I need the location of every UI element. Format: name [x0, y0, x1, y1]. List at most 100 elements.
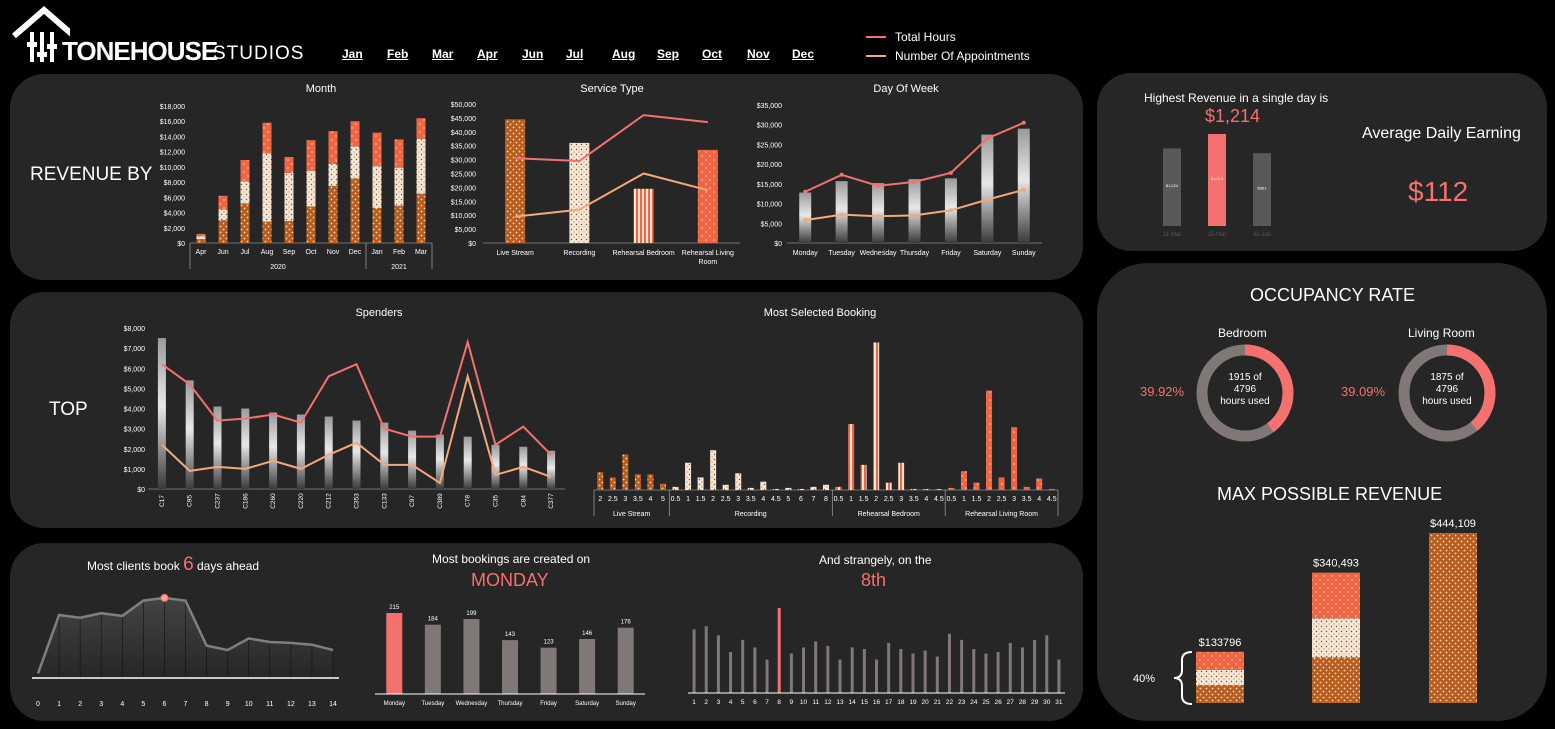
x-tick-label: Jul: [241, 249, 250, 256]
x-tick-label: Jun: [217, 249, 228, 256]
dow-bar: [872, 183, 885, 243]
created-on-chart: 215 Monday 184 Tuesday 199 Wednesday 143 Thursd…: [375, 605, 645, 707]
month-bar-segment: [372, 132, 382, 167]
x-tick-label: 3: [623, 496, 627, 503]
month-bar-segment: [350, 178, 360, 243]
dom-bar: [947, 633, 951, 693]
x-tick-label: 24: [970, 699, 978, 706]
x-tick-label: 3: [99, 701, 103, 708]
y-tick-label: $0: [137, 487, 145, 494]
dow-bar: [835, 181, 848, 243]
x-tick-label: C353: [354, 493, 361, 509]
x-tick-label: 13: [308, 701, 316, 708]
booking-bar: [710, 450, 717, 490]
line-point: [912, 179, 917, 184]
booking-bar: [647, 474, 654, 490]
booking-bar: [860, 464, 867, 490]
y-tick-label: $10,000: [757, 202, 782, 209]
bar-value-label: 215: [389, 605, 400, 611]
spender-bar: [185, 380, 194, 489]
line-point: [948, 170, 953, 175]
line-point: [948, 208, 953, 213]
y-tick-label: $40,000: [451, 130, 476, 137]
x-tick-label: 12: [824, 699, 832, 706]
living-unit: hours used: [1422, 396, 1472, 407]
x-tick-label: 4.5: [934, 496, 944, 503]
group-label: 2020: [270, 264, 286, 271]
x-tick-label: Wednesday: [860, 250, 897, 257]
month-filter-dec[interactable]: Dec: [792, 47, 814, 61]
y-tick-label: $5,000: [455, 227, 477, 234]
x-tick-label: Wednesday: [456, 701, 488, 707]
strangely-value: 8th: [861, 570, 887, 590]
x-tick-label: C97: [409, 495, 416, 507]
month-filter-nov[interactable]: Nov: [747, 47, 770, 61]
x-tick-label: C186: [242, 493, 249, 509]
booking-bar: [597, 472, 604, 490]
x-tick-label: 22: [946, 699, 954, 706]
y-tick-label: $5,000: [124, 386, 146, 393]
month-bar-segment: [350, 121, 360, 147]
month-filter-jan[interactable]: Jan: [342, 47, 363, 61]
month-bar-segment: [240, 181, 250, 204]
x-tick-label: Dec: [349, 249, 362, 256]
average-label: Average Daily Earning: [1362, 125, 1521, 142]
month-filter-mar[interactable]: Mar: [432, 47, 453, 61]
chart-title: Service Type: [580, 83, 643, 95]
x-tick-label: 29: [1031, 699, 1039, 706]
dom-bar: [777, 608, 781, 693]
month-bar-segment: [306, 140, 316, 171]
occupancy-title: OCCUPANCY RATE: [1250, 285, 1416, 305]
booking-bar: [609, 477, 616, 490]
spender-bar: [296, 414, 305, 489]
line-point: [1021, 120, 1026, 125]
day-of-month-chart: 1 2 3 4 5 6 7 8 9 10 11 12 13 14 15 16 17 18 19 20 21 22 23 24 2…: [688, 608, 1065, 706]
month-filter-apr[interactable]: Apr: [477, 47, 498, 61]
month-filter-oct[interactable]: Oct: [702, 47, 722, 61]
month-bar-segment: [218, 220, 228, 243]
x-tick-label: 5: [741, 699, 745, 706]
month-filter-feb[interactable]: Feb: [387, 47, 408, 61]
x-tick-label: 14: [329, 701, 337, 708]
month-bar-segment: [372, 207, 382, 243]
x-tick-label: 4: [120, 701, 124, 708]
x-tick-label: C84: [520, 495, 527, 507]
x-tick-label: C260: [270, 493, 277, 509]
x-tick-label: 18: [897, 699, 905, 706]
service-bar: [697, 149, 718, 243]
month-filter-sep[interactable]: Sep: [657, 47, 679, 61]
month-bar-segment: [196, 236, 206, 240]
line-point: [839, 172, 844, 177]
x-tick-label: C377: [548, 493, 555, 509]
max-revenue-title: MAX POSSIBLE REVENUE: [1217, 484, 1443, 504]
created-bar: [617, 627, 634, 694]
x-tick-label: 0.5: [947, 496, 957, 503]
booking-bar: [835, 486, 842, 490]
x-tick-label: 2.5: [884, 496, 894, 503]
booking-bar: [973, 482, 980, 490]
created-bar: [386, 613, 403, 694]
month-filter-jul[interactable]: Jul: [566, 47, 583, 61]
dow-bar: [799, 192, 812, 243]
group-label: Rehearsal Living Room: [965, 511, 1038, 518]
booking-bar: [948, 487, 955, 490]
line-point: [985, 197, 990, 202]
spender-bar: [463, 436, 472, 489]
x-tick-label: C95: [187, 495, 194, 507]
month-bar-segment: [306, 206, 316, 243]
month-bar-segment: [218, 195, 228, 210]
bar-value-label: $133796: [1199, 637, 1242, 649]
month-filter-jun[interactable]: Jun: [522, 47, 543, 61]
clients-text: Most clients book 6 days ahead: [87, 554, 259, 576]
y-tick-label: $16,000: [160, 119, 185, 126]
bar-value-label: 199: [466, 611, 477, 617]
month-filter-aug[interactable]: Aug: [612, 47, 635, 61]
dom-bar: [753, 647, 757, 693]
service-bar: [633, 188, 654, 243]
dom-bar: [1057, 659, 1061, 693]
x-tick-label: C35: [493, 495, 500, 507]
booking-bar: [659, 483, 666, 490]
booking-bar: [772, 488, 779, 490]
brand-suffix: STUDIOS: [213, 43, 305, 64]
x-tick-label: 15-Mar: [1207, 232, 1226, 238]
